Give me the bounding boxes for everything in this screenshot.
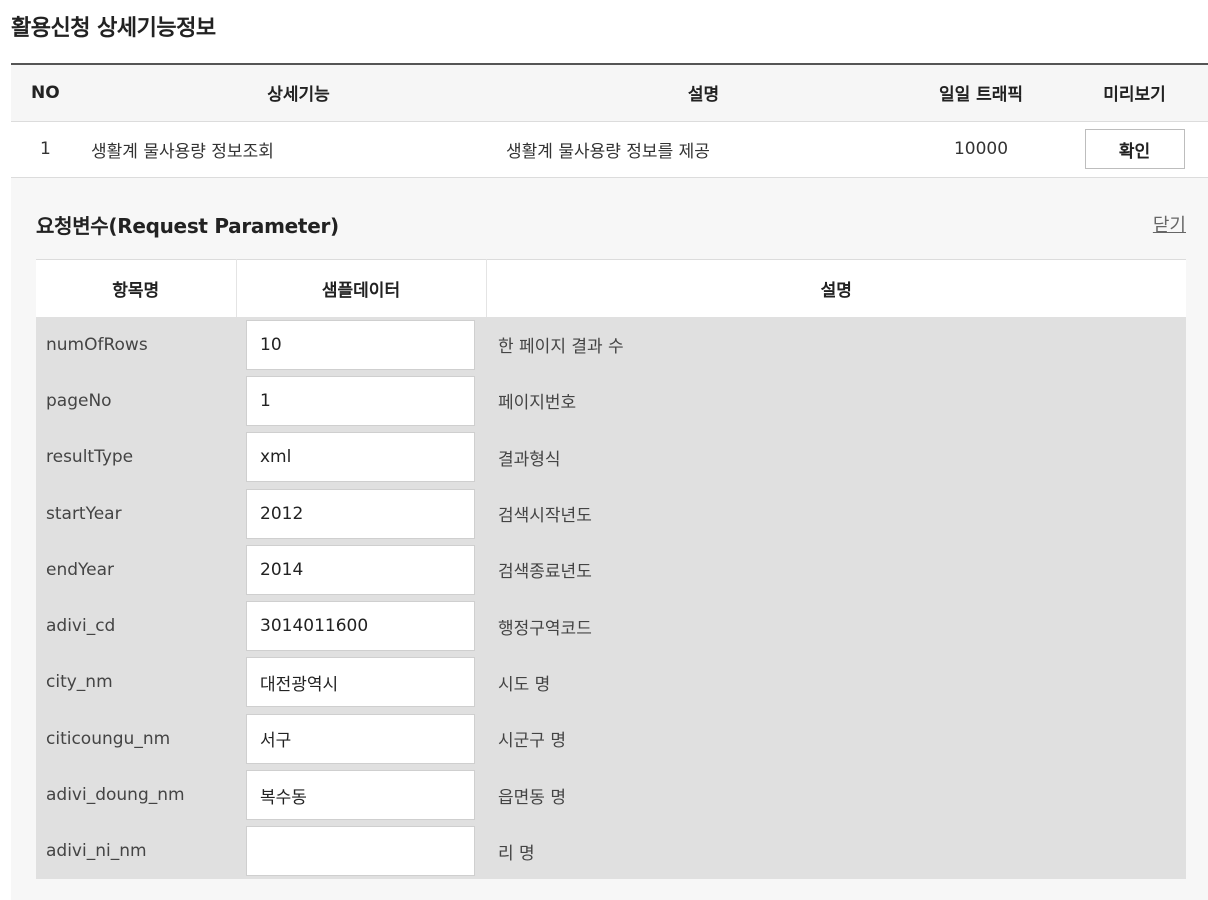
param-desc: 시군구 명 bbox=[498, 731, 566, 752]
request-parameter-title: 요청변수(Request Parameter) bbox=[36, 214, 339, 238]
param-name: citicoungu_nm bbox=[46, 728, 171, 749]
header-preview: 미리보기 bbox=[1061, 64, 1208, 122]
header-traffic: 일일 트래픽 bbox=[901, 64, 1061, 122]
close-link[interactable]: 닫기 bbox=[1153, 211, 1186, 237]
param-name: resultType bbox=[46, 447, 134, 468]
param-value-input[interactable] bbox=[246, 544, 475, 595]
param-desc: 시도 명 bbox=[498, 674, 551, 695]
param-desc: 행정구역코드 bbox=[498, 618, 592, 639]
param-value-input[interactable] bbox=[246, 657, 475, 708]
param-value-input[interactable] bbox=[246, 319, 475, 370]
parameter-row: adivi_cd 행정구역코드 bbox=[36, 597, 1186, 655]
param-value-input[interactable] bbox=[246, 601, 475, 652]
row-desc: 생활계 물사용량 정보를 제공 bbox=[506, 141, 710, 162]
parameter-table: 항목명 샘플데이터 설명 numOfRows 한 페이지 결과 수 pageNo… bbox=[36, 259, 1186, 880]
row-traffic: 10000 bbox=[953, 139, 1009, 159]
parameter-row: resultType 결과형식 bbox=[36, 429, 1186, 486]
row-preview: 확인 bbox=[1061, 121, 1208, 177]
header-param-desc: 설명 bbox=[485, 259, 1186, 317]
param-value-input[interactable] bbox=[246, 770, 475, 821]
parameter-row: citicoungu_nm 시군구 명 bbox=[36, 710, 1186, 767]
parameter-row: adivi_doung_nm 읍면동 명 bbox=[36, 766, 1186, 824]
param-name: pageNo bbox=[46, 390, 112, 411]
param-name: adivi_doung_nm bbox=[46, 785, 185, 806]
header-func: 상세기능 bbox=[91, 64, 506, 122]
parameter-row: city_nm 시도 명 bbox=[36, 654, 1186, 711]
parameter-row: pageNo 페이지번호 bbox=[36, 372, 1186, 430]
param-name: adivi_ni_nm bbox=[46, 841, 147, 862]
param-desc: 결과형식 bbox=[498, 449, 561, 470]
row-no: 1 bbox=[40, 139, 51, 159]
param-value-input[interactable] bbox=[246, 713, 475, 764]
param-name: startYear bbox=[46, 503, 122, 524]
row-func: 생활계 물사용량 정보조회 bbox=[91, 141, 274, 162]
request-parameter-panel: 요청변수(Request Parameter) 닫기 항목명 샘플데이터 설명 … bbox=[11, 178, 1208, 900]
param-desc: 검색시작년도 bbox=[498, 506, 592, 527]
param-desc: 리 명 bbox=[498, 843, 535, 864]
function-table-header: NO 상세기능 설명 일일 트래픽 미리보기 bbox=[11, 64, 1208, 122]
param-value-input[interactable] bbox=[246, 375, 475, 426]
header-desc: 설명 bbox=[506, 64, 901, 122]
param-name: endYear bbox=[46, 559, 115, 580]
param-value-input[interactable] bbox=[246, 488, 475, 539]
param-desc: 읍면동 명 bbox=[498, 787, 566, 808]
table-row: 1 생활계 물사용량 정보조회 생활계 물사용량 정보를 제공 10000 확인 bbox=[11, 121, 1208, 177]
param-desc: 페이지번호 bbox=[498, 393, 577, 414]
parameter-table-header: 항목명 샘플데이터 설명 bbox=[36, 259, 1186, 317]
param-name: numOfRows bbox=[46, 334, 148, 355]
parameter-row: endYear 검색종료년도 bbox=[36, 541, 1186, 598]
parameter-row: adivi_ni_nm 리 명 bbox=[36, 823, 1186, 880]
parameter-row: numOfRows 한 페이지 결과 수 bbox=[36, 316, 1186, 373]
param-desc: 검색종료년도 bbox=[498, 562, 592, 583]
param-desc: 한 페이지 결과 수 bbox=[498, 337, 624, 358]
parameter-row: startYear 검색시작년도 bbox=[36, 485, 1186, 542]
param-value-input[interactable] bbox=[246, 826, 475, 877]
header-no: NO bbox=[11, 64, 91, 122]
param-value-input[interactable] bbox=[246, 432, 475, 483]
param-name: city_nm bbox=[46, 672, 113, 693]
param-name: adivi_cd bbox=[46, 616, 116, 637]
confirm-button[interactable]: 확인 bbox=[1084, 129, 1185, 169]
header-sample-data: 샘플데이터 bbox=[235, 259, 486, 317]
function-table: NO 상세기능 설명 일일 트래픽 미리보기 1 생활계 물사용량 정보조회 생… bbox=[11, 63, 1208, 178]
header-item-name: 항목명 bbox=[112, 280, 160, 301]
page-title: 활용신청 상세기능정보 bbox=[11, 16, 216, 41]
